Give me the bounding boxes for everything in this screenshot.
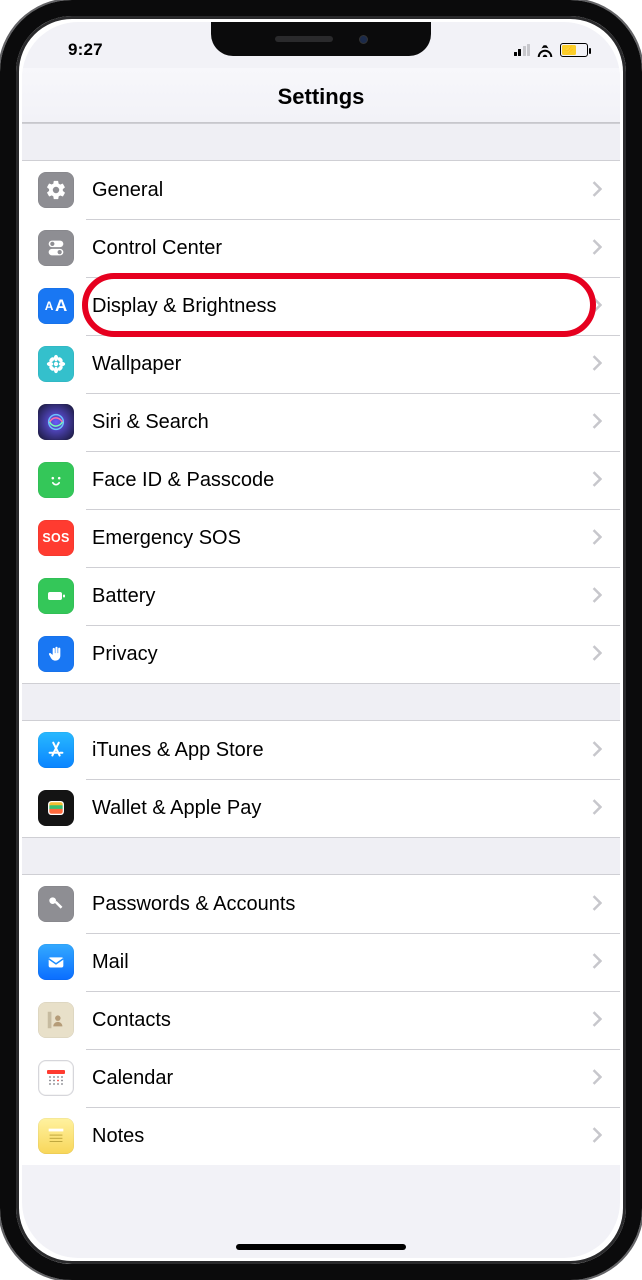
textsize-icon: AA <box>38 288 74 324</box>
settings-row-passwords[interactable]: Passwords & Accounts <box>22 875 620 933</box>
settings-row-contacts[interactable]: Contacts <box>22 991 620 1049</box>
row-label: Calendar <box>92 1067 592 1090</box>
row-label: iTunes & App Store <box>92 739 592 762</box>
settings-row-display-brightness[interactable]: AA Display & Brightness <box>22 277 620 335</box>
chevron-right-icon <box>592 895 604 913</box>
row-label: General <box>92 179 592 202</box>
settings-row-control-center[interactable]: Control Center <box>22 219 620 277</box>
row-label: Passwords & Accounts <box>92 893 592 916</box>
page-title: Settings <box>22 84 620 110</box>
status-bar: 9:27 ⚡ <box>22 22 620 68</box>
settings-row-calendar[interactable]: Calendar <box>22 1049 620 1107</box>
battery-icon: ⚡ <box>560 43 588 57</box>
notes-icon <box>38 1118 74 1154</box>
row-label: Privacy <box>92 643 592 666</box>
row-label: Wallet & Apple Pay <box>92 797 592 820</box>
chevron-right-icon <box>592 799 604 817</box>
chevron-right-icon <box>592 413 604 431</box>
settings-group: General Control Center AA Display & Brig… <box>22 161 620 683</box>
chevron-right-icon <box>592 1069 604 1087</box>
mute-switch <box>0 188 2 226</box>
settings-row-siri[interactable]: Siri & Search <box>22 393 620 451</box>
volume-down <box>0 344 2 416</box>
settings-row-emergency-sos[interactable]: SOS Emergency SOS <box>22 509 620 567</box>
row-label: Siri & Search <box>92 411 592 434</box>
group-separator <box>22 837 620 875</box>
settings-row-itunes[interactable]: iTunes & App Store <box>22 721 620 779</box>
chevron-right-icon <box>592 587 604 605</box>
row-label: Emergency SOS <box>92 527 592 550</box>
row-label: Wallpaper <box>92 353 592 376</box>
group-separator <box>22 683 620 721</box>
status-time: 9:27 <box>68 40 103 60</box>
chevron-right-icon <box>592 471 604 489</box>
settings-row-notes[interactable]: Notes <box>22 1107 620 1165</box>
battery-icon <box>38 578 74 614</box>
row-label: Contacts <box>92 1009 592 1032</box>
chevron-right-icon <box>592 645 604 663</box>
siri-icon <box>38 404 74 440</box>
nav-header: Settings <box>22 68 620 122</box>
sos-icon: SOS <box>38 520 74 556</box>
flower-icon <box>38 346 74 382</box>
mail-icon <box>38 944 74 980</box>
chevron-right-icon <box>592 297 604 315</box>
chevron-right-icon <box>592 181 604 199</box>
chevron-right-icon <box>592 1127 604 1145</box>
gear-icon <box>38 172 74 208</box>
home-indicator[interactable] <box>236 1244 406 1250</box>
settings-group: iTunes & App Store Wallet & Apple Pay <box>22 721 620 837</box>
row-label: Mail <box>92 951 592 974</box>
chevron-right-icon <box>592 1011 604 1029</box>
chevron-right-icon <box>592 529 604 547</box>
face-icon <box>38 462 74 498</box>
cellular-icon <box>514 44 530 56</box>
wifi-icon <box>536 43 554 57</box>
settings-row-wallpaper[interactable]: Wallpaper <box>22 335 620 393</box>
key-icon <box>38 886 74 922</box>
chevron-right-icon <box>592 953 604 971</box>
volume-up <box>0 252 2 324</box>
chevron-right-icon <box>592 239 604 257</box>
hand-icon <box>38 636 74 672</box>
row-label: Display & Brightness <box>92 295 592 318</box>
settings-row-mail[interactable]: Mail <box>22 933 620 991</box>
chevron-right-icon <box>592 355 604 373</box>
switches-icon <box>38 230 74 266</box>
wallet-icon <box>38 790 74 826</box>
row-label: Face ID & Passcode <box>92 469 592 492</box>
row-label: Control Center <box>92 237 592 260</box>
settings-row-wallet[interactable]: Wallet & Apple Pay <box>22 779 620 837</box>
contacts-icon <box>38 1002 74 1038</box>
chevron-right-icon <box>592 741 604 759</box>
group-separator <box>22 123 620 161</box>
settings-row-faceid[interactable]: Face ID & Passcode <box>22 451 620 509</box>
appstore-icon <box>38 732 74 768</box>
row-label: Battery <box>92 585 592 608</box>
calendar-icon <box>38 1060 74 1096</box>
settings-row-general[interactable]: General <box>22 161 620 219</box>
settings-row-privacy[interactable]: Privacy <box>22 625 620 683</box>
row-label: Notes <box>92 1125 592 1148</box>
settings-row-battery[interactable]: Battery <box>22 567 620 625</box>
settings-group: Passwords & Accounts Mail <box>22 875 620 1165</box>
